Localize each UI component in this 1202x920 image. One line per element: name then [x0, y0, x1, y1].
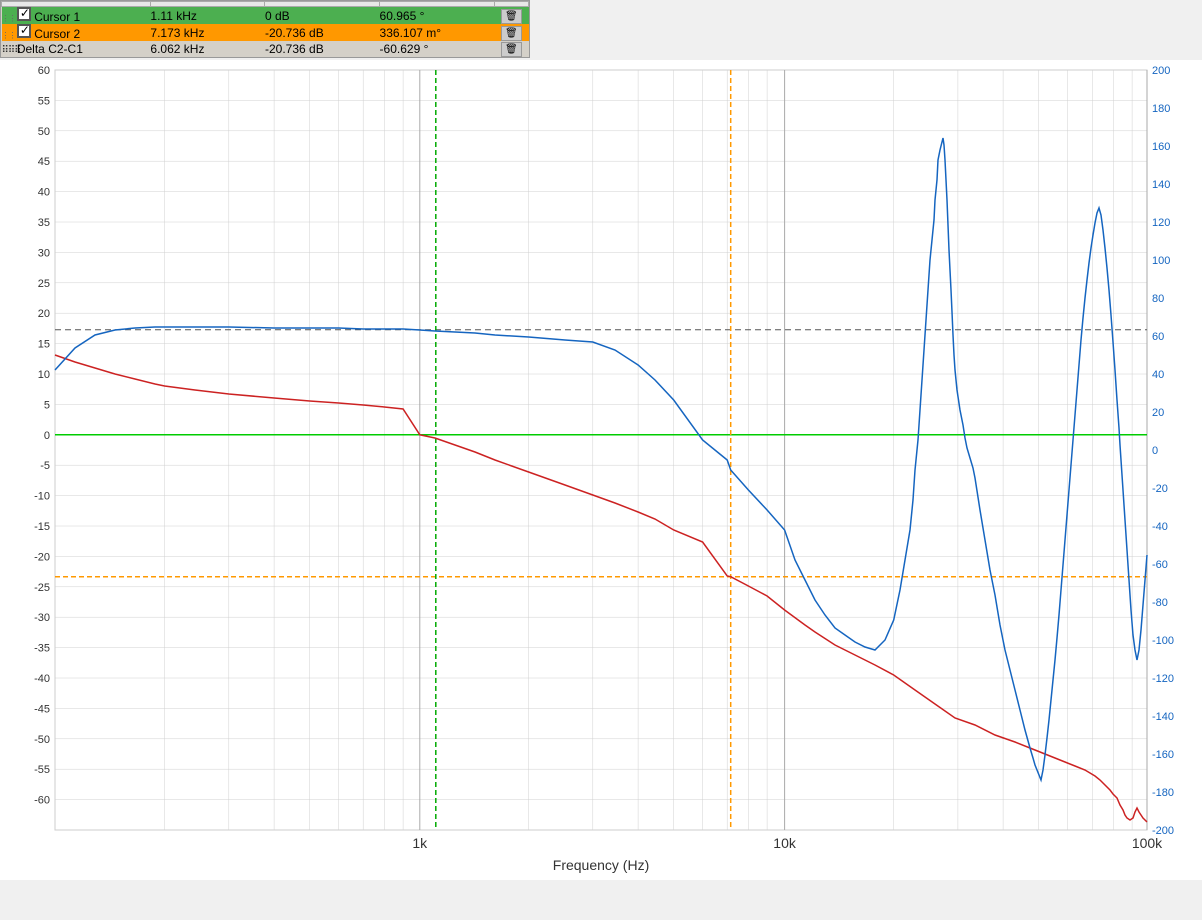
svg-text:60: 60 [38, 65, 50, 77]
svg-text:-30: -30 [34, 612, 50, 624]
cursor-trace1: -20.736 dB [265, 41, 380, 57]
cursor-row-cursor2: ⋮⋮ Cursor 2 7.173 kHz -20.736 dB 336.107… [2, 24, 529, 41]
cursor-row-delta: ⠿⠿⠿ Delta C2-C1 6.062 kHz -20.736 dB -60… [2, 41, 529, 57]
svg-text:-5: -5 [40, 460, 50, 472]
svg-text:30: 30 [38, 247, 50, 259]
cursor-delete-cell: 🗑 [494, 7, 528, 25]
svg-text:40: 40 [1152, 369, 1164, 381]
svg-text:25: 25 [38, 278, 50, 290]
svg-text:20: 20 [38, 308, 50, 320]
cursor-label-text: Cursor 2 [34, 27, 80, 41]
svg-text:-50: -50 [34, 734, 50, 746]
cursor-trace2: 336.107 m° [380, 24, 495, 41]
svg-text:200: 200 [1152, 65, 1170, 77]
cursor-table: ⋮⋮ Cursor 1 1.11 kHz 0 dB 60.965 ° 🗑 ⋮⋮ … [0, 0, 530, 58]
cursor-delete-button[interactable]: 🗑 [501, 26, 522, 41]
cursor-delete-button[interactable]: 🗑 [501, 42, 522, 57]
svg-text:160: 160 [1152, 141, 1170, 153]
cursor-trace1: -20.736 dB [265, 24, 380, 41]
svg-text:140: 140 [1152, 179, 1170, 191]
x-tick-10k: 10k [773, 835, 797, 851]
svg-text:-35: -35 [34, 643, 50, 655]
svg-text:15: 15 [38, 339, 50, 351]
cursor-frequency: 7.173 kHz [150, 24, 265, 41]
cursor-checkbox[interactable] [17, 24, 31, 38]
svg-text:-55: -55 [34, 764, 50, 776]
svg-text:50: 50 [38, 126, 50, 138]
svg-text:-160: -160 [1152, 749, 1174, 761]
cursor-row-cursor1: ⋮⋮ Cursor 1 1.11 kHz 0 dB 60.965 ° 🗑 [2, 7, 529, 25]
x-tick-100k: 100k [1132, 835, 1163, 851]
chart-container: 1k 10k 100k 60 55 50 45 40 35 30 25 20 1… [0, 60, 1202, 880]
svg-text:-20: -20 [1152, 483, 1168, 495]
svg-text:40: 40 [38, 187, 50, 199]
svg-text:10: 10 [38, 369, 50, 381]
cursor-delete-cell: 🗑 [494, 24, 528, 41]
chart-plot-area[interactable]: 1k 10k 100k 60 55 50 45 40 35 30 25 20 1… [55, 70, 1147, 830]
cursor-label-cell[interactable]: ⋮⋮ Cursor 2 [2, 24, 151, 41]
svg-text:Frequency (Hz): Frequency (Hz) [553, 857, 649, 873]
svg-text:55: 55 [38, 95, 50, 107]
cursor-delete-cell: 🗑 [494, 41, 528, 57]
svg-text:120: 120 [1152, 217, 1170, 229]
cursor-label-text: Cursor 1 [34, 10, 80, 24]
svg-text:100: 100 [1152, 255, 1170, 267]
svg-text:-60: -60 [1152, 559, 1168, 571]
cursor-checkbox[interactable] [17, 7, 31, 21]
svg-text:5: 5 [44, 399, 50, 411]
svg-text:-140: -140 [1152, 711, 1174, 723]
cursor-trace2: 60.965 ° [380, 7, 495, 25]
svg-text:-15: -15 [34, 521, 50, 533]
svg-text:-80: -80 [1152, 597, 1168, 609]
svg-text:-40: -40 [1152, 521, 1168, 533]
svg-text:45: 45 [38, 156, 50, 168]
svg-text:-100: -100 [1152, 635, 1174, 647]
x-tick-1k: 1k [412, 835, 428, 851]
cursor-frequency: 1.11 kHz [150, 7, 265, 25]
svg-text:-40: -40 [34, 673, 50, 685]
cursor-trace2: -60.629 ° [380, 41, 495, 57]
svg-text:20: 20 [1152, 407, 1164, 419]
cursor-trace1: 0 dB [265, 7, 380, 25]
cursor-delete-button[interactable]: 🗑 [501, 9, 522, 24]
cursor-label-text: Delta C2-C1 [17, 42, 83, 56]
svg-text:-25: -25 [34, 582, 50, 594]
dots-icon: ⋮⋮ [2, 14, 14, 23]
svg-text:-10: -10 [34, 491, 50, 503]
svg-text:35: 35 [38, 217, 50, 229]
dots-icon: ⋮⋮ [2, 31, 14, 40]
cursor-label-cell[interactable]: ⋮⋮ Cursor 1 [2, 7, 151, 25]
svg-text:-20: -20 [34, 551, 50, 563]
svg-text:180: 180 [1152, 103, 1170, 115]
svg-text:-120: -120 [1152, 673, 1174, 685]
svg-text:80: 80 [1152, 293, 1164, 305]
svg-text:0: 0 [1152, 445, 1158, 457]
svg-text:-45: -45 [34, 703, 50, 715]
dots-icon: ⠿⠿⠿ [2, 45, 14, 56]
svg-text:0: 0 [44, 430, 50, 442]
cursor-label-cell: ⠿⠿⠿ Delta C2-C1 [2, 41, 151, 57]
svg-text:-200: -200 [1152, 825, 1174, 837]
svg-text:60: 60 [1152, 331, 1164, 343]
cursor-frequency: 6.062 kHz [150, 41, 265, 57]
svg-text:-60: -60 [34, 795, 50, 807]
svg-text:-180: -180 [1152, 787, 1174, 799]
